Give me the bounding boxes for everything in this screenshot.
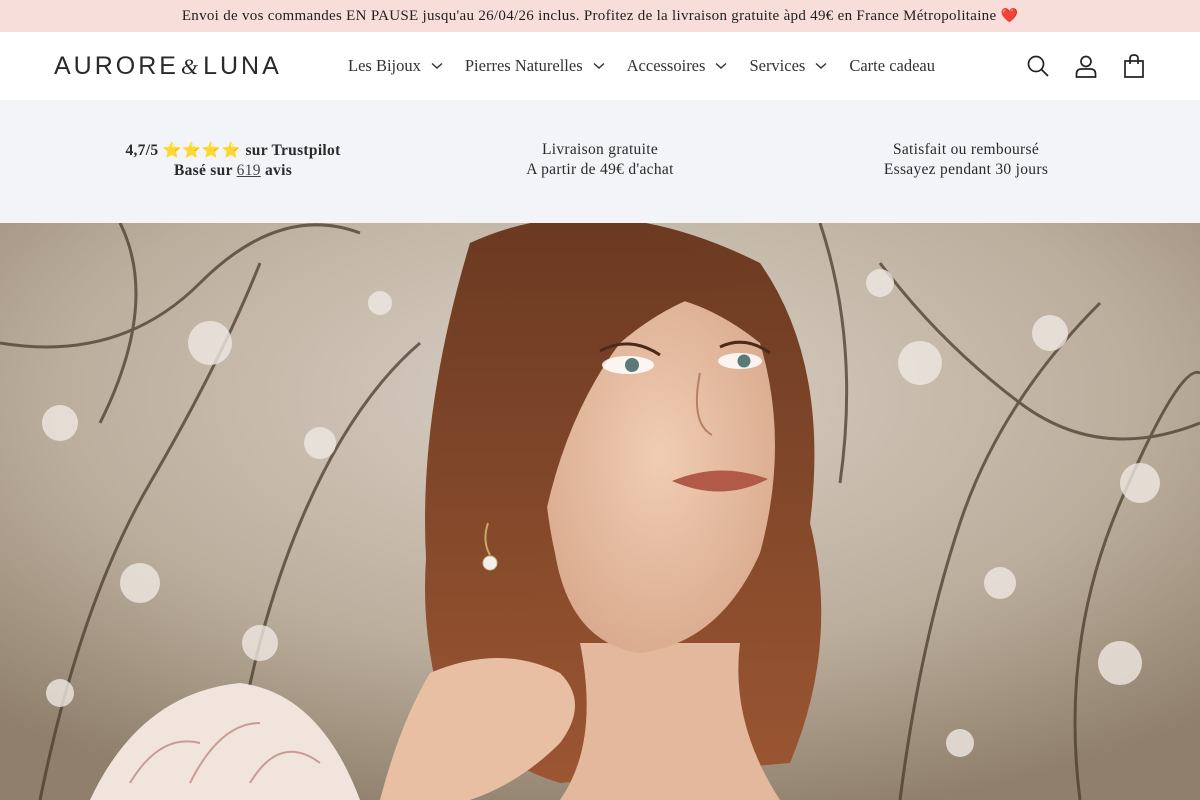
brand-logo[interactable]: AURORE&LUNA xyxy=(54,52,309,80)
chevron-down-icon xyxy=(593,62,605,70)
rating-score: 4,7/5 xyxy=(125,142,159,159)
nav-item-carte-cadeau[interactable]: Carte cadeau xyxy=(849,56,935,76)
nav-item-label: Pierres Naturelles xyxy=(464,56,583,75)
nav-item-accessoires[interactable]: Accessoires xyxy=(627,56,728,76)
guarantee-info: Satisfait ou remboursé Essayez pendant 3… xyxy=(786,140,1146,180)
chevron-down-icon xyxy=(715,62,727,70)
logo-text: AURORE&LUNA xyxy=(54,52,282,81)
hero-photo xyxy=(0,223,1200,800)
nav-item-services[interactable]: Services xyxy=(749,56,827,76)
announcement-bar: Envoi de vos commandes EN PAUSE jusqu'au… xyxy=(0,0,1200,32)
guarantee-subtitle: Essayez pendant 30 jours xyxy=(883,161,1049,178)
account-icon[interactable] xyxy=(1062,42,1110,90)
logo-part2: LUNA xyxy=(203,51,282,80)
hero-image xyxy=(0,223,1200,800)
chevron-down-icon xyxy=(431,62,443,70)
nav-item-label: Services xyxy=(749,56,806,75)
header-actions xyxy=(1014,32,1158,100)
review-count-line: Basé sur 619 avis xyxy=(53,161,413,181)
nav-item-les-bijoux[interactable]: Les Bijoux xyxy=(348,56,443,76)
heart-icon: ❤️ xyxy=(1000,8,1019,24)
announcement-text: Envoi de vos commandes EN PAUSE jusqu'au… xyxy=(181,7,997,24)
trustpilot-rating[interactable]: 4,7/5 ⭐⭐⭐⭐ sur Trustpilot Basé sur 619 a… xyxy=(53,140,413,181)
nav-item-label: Accessoires xyxy=(626,56,706,75)
guarantee-title: Satisfait ou remboursé xyxy=(892,141,1040,158)
shipping-title: Livraison gratuite xyxy=(541,141,659,158)
chevron-down-icon xyxy=(815,62,827,70)
rating-line: 4,7/5 ⭐⭐⭐⭐ sur Trustpilot xyxy=(53,140,413,161)
nav-item-label: Les Bijoux xyxy=(348,56,421,75)
logo-part1: AURORE xyxy=(54,51,179,80)
nav-item-label: Carte cadeau xyxy=(849,56,935,75)
logo-amp: & xyxy=(180,53,202,79)
shipping-subtitle: A partir de 49€ d'achat xyxy=(526,161,674,178)
review-count-link[interactable]: 619 xyxy=(237,162,261,179)
star-icon: ⭐⭐⭐⭐ xyxy=(162,141,242,159)
cart-icon[interactable] xyxy=(1110,42,1158,90)
main-nav: Les Bijoux Pierres Naturelles Accessoire… xyxy=(348,32,957,100)
search-icon[interactable] xyxy=(1014,42,1062,90)
free-shipping-info: Livraison gratuite A partir de 49€ d'ach… xyxy=(420,140,780,180)
nav-item-pierres-naturelles[interactable]: Pierres Naturelles xyxy=(465,56,605,76)
site-header: AURORE&LUNA Les Bijoux Pierres Naturelle… xyxy=(0,32,1200,100)
review-suffix: avis xyxy=(265,162,293,179)
trust-bar: 4,7/5 ⭐⭐⭐⭐ sur Trustpilot Basé sur 619 a… xyxy=(0,100,1200,223)
rating-source: sur Trustpilot xyxy=(245,142,341,159)
review-prefix: Basé sur xyxy=(173,162,233,179)
